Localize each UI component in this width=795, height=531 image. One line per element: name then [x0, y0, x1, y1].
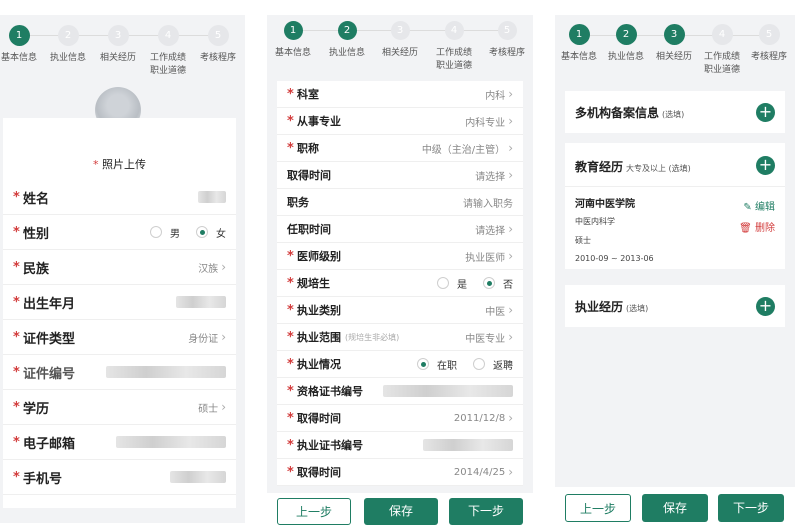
field-practice-category[interactable]: * 执业类别 中医 › [277, 297, 523, 324]
save-button[interactable]: 保存 [364, 498, 438, 525]
field-license-date[interactable]: * 取得时间 2014/4/25 › [277, 459, 523, 486]
field-email[interactable]: * 电子邮箱 [3, 425, 236, 460]
field-title[interactable]: * 职称 中级（主治/主管） › [277, 135, 523, 162]
field-birth[interactable]: * 出生年月 [3, 285, 236, 320]
button-bar: 上一步 保存 下一步 [267, 493, 533, 531]
step-5[interactable]: 5 考核程序 [188, 25, 245, 65]
chevron-right-icon: › [508, 168, 513, 182]
save-button[interactable]: 保存 [642, 494, 708, 522]
step-indicator: 1 基本信息 2 执业信息 3 相关经历 4 工作成绩职业道德 5 考核程序 [555, 15, 795, 87]
masked-value [170, 471, 226, 483]
basic-form: * 照片上传 * 姓名 * 性别 男女 * 民族 汉族 › * 出生年月 * 证件类型 身份证 ›… [3, 118, 236, 508]
section-education: 教育经历 大专及以上 (选填) + 河南中医学院 中医内科学 硕士 2010-09… [565, 143, 785, 269]
chevron-right-icon: › [221, 260, 226, 274]
radio-checked-icon [483, 277, 495, 289]
field-qualification-date[interactable]: * 取得时间 2011/12/8 › [277, 405, 523, 432]
masked-value [176, 296, 226, 308]
chevron-right-icon: › [508, 411, 513, 425]
field-qualification-no[interactable]: * 资格证书编号 [277, 378, 523, 405]
field-trainee: * 规培生 是否 [277, 270, 523, 297]
trash-icon: 🗑 [739, 223, 752, 234]
education-entry: 河南中医学院 中医内科学 硕士 2010-09 ~ 2013-06 [575, 195, 654, 263]
edit-link[interactable]: ✎ 编辑 [743, 198, 775, 213]
panel-practice-info: 1 基本信息 2 执业信息 3 相关经历 4 工作成绩职业道德 5 考核程序 * 科室 内科 ›… [267, 15, 533, 531]
next-button[interactable]: 下一步 [718, 494, 784, 522]
chevron-right-icon: › [508, 249, 513, 263]
chevron-right-icon: › [508, 303, 513, 317]
delete-link[interactable]: 🗑 删除 [739, 219, 775, 234]
field-phone[interactable]: * 手机号 [3, 460, 236, 495]
step-3[interactable]: 3 相关经历 [370, 21, 430, 60]
field-practice-scope[interactable]: * 执业范围 (规培生非必填) 中医专业 › [277, 324, 523, 351]
field-id-type[interactable]: * 证件类型 身份证 › [3, 320, 236, 355]
field-physician-level[interactable]: * 医师级别 执业医师 › [277, 243, 523, 270]
status-rehired[interactable]: 返聘 [473, 357, 513, 372]
radio-icon [473, 358, 485, 370]
chevron-right-icon: › [508, 87, 513, 101]
section-multi-institution: 多机构备案信息 (选填) + [565, 91, 785, 133]
step-5[interactable]: 5 考核程序 [739, 24, 795, 64]
major: 中医内科学 [575, 217, 615, 226]
radio-checked-icon [417, 358, 429, 370]
masked-value [116, 436, 226, 448]
field-specialty[interactable]: * 从事专业 内科专业 › [277, 108, 523, 135]
chevron-right-icon: › [508, 222, 513, 236]
field-position[interactable]: 职务 请输入职务 [277, 189, 523, 216]
photo-upload[interactable]: * 照片上传 [3, 118, 236, 180]
status-active[interactable]: 在职 [417, 357, 457, 372]
pencil-icon: ✎ [743, 202, 752, 213]
field-license-no[interactable]: * 执业证书编号 [277, 432, 523, 459]
step-5[interactable]: 5 考核程序 [477, 21, 533, 60]
step-1[interactable]: 1 基本信息 [267, 21, 323, 60]
masked-value [383, 385, 513, 397]
button-bar: 上一步 保存 下一步 [555, 487, 795, 531]
field-department[interactable]: * 科室 内科 › [277, 81, 523, 108]
section-practice-experience: 执业经历 (选填) + [565, 285, 785, 327]
chevron-right-icon: › [508, 330, 513, 344]
field-title-date[interactable]: 取得时间 请选择 › [277, 162, 523, 189]
chevron-right-icon: › [508, 465, 513, 479]
add-icon[interactable]: + [756, 103, 775, 122]
panel-basic-info: 1 基本信息 2 执业信息 3 相关经历 4 工作成绩职业道德 5 考核程序 * 照片上传… [0, 15, 245, 523]
radio-icon [437, 277, 449, 289]
trainee-no[interactable]: 否 [483, 276, 513, 291]
radio-icon [150, 226, 162, 238]
chevron-right-icon: › [221, 330, 226, 344]
step-4[interactable]: 4 工作成绩职业道德 [424, 21, 484, 73]
panel-experience: 1 基本信息 2 执业信息 3 相关经历 4 工作成绩职业道德 5 考核程序 多机构备案信… [555, 15, 795, 531]
trainee-yes[interactable]: 是 [437, 276, 467, 291]
next-button[interactable]: 下一步 [449, 498, 523, 525]
field-id-number[interactable]: * 证件编号 [3, 355, 236, 390]
masked-value [106, 366, 226, 378]
step-indicator: 1 基本信息 2 执业信息 3 相关经历 4 工作成绩职业道德 5 考核程序 [267, 15, 533, 81]
masked-value [198, 191, 226, 203]
radio-checked-icon [196, 226, 208, 238]
add-icon[interactable]: + [756, 297, 775, 316]
field-practice-status: * 执业情况 在职 返聘 [277, 351, 523, 378]
field-ethnicity[interactable]: * 民族 汉族 › [3, 250, 236, 285]
period: 2010-09 ~ 2013-06 [575, 254, 654, 263]
practice-form: * 科室 内科 › * 从事专业 内科专业 › * 职称 中级（主治/主管） › 取得时间 请选择 ›… [277, 81, 523, 486]
field-position-date[interactable]: 任职时间 请选择 › [277, 216, 523, 243]
step-2[interactable]: 2 执业信息 [317, 21, 377, 60]
chevron-right-icon: › [508, 141, 513, 155]
school-name: 河南中医学院 [575, 199, 635, 210]
chevron-right-icon: › [221, 400, 226, 414]
prev-button[interactable]: 上一步 [277, 498, 351, 525]
field-gender: * 性别 男女 [3, 215, 236, 250]
prev-button[interactable]: 上一步 [565, 494, 631, 522]
chevron-right-icon: › [508, 114, 513, 128]
gender-female[interactable]: 女 [196, 225, 226, 240]
gender-male[interactable]: 男 [150, 225, 180, 240]
degree: 硕士 [575, 236, 591, 245]
masked-value [423, 439, 513, 451]
field-education[interactable]: * 学历 硕士 › [3, 390, 236, 425]
field-name[interactable]: * 姓名 [3, 180, 236, 215]
add-icon[interactable]: + [756, 156, 775, 175]
